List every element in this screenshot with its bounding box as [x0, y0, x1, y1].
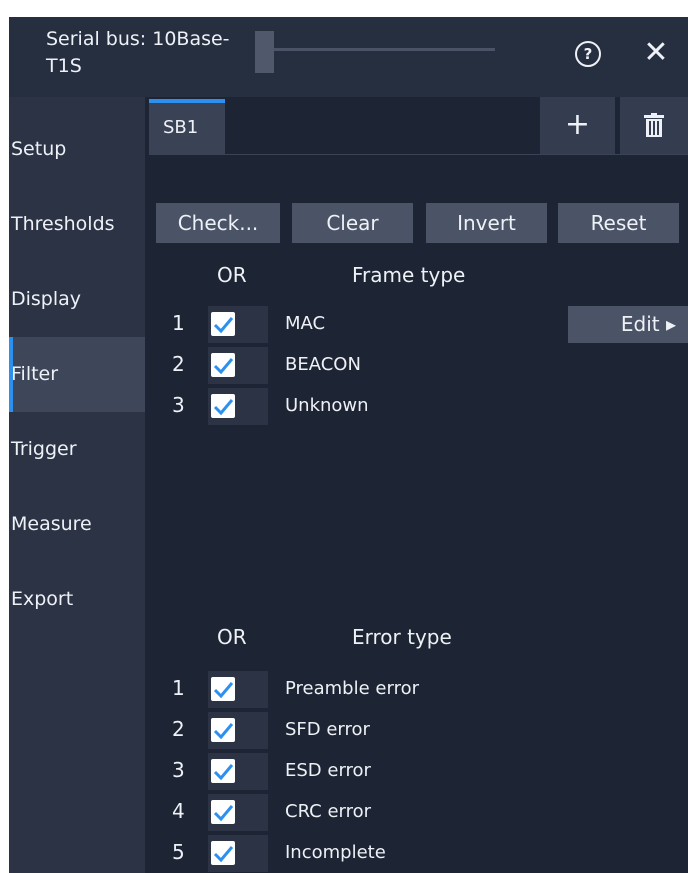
frame-unknown-checkbox[interactable]: [211, 394, 235, 418]
position-slider-handle[interactable]: [255, 31, 274, 73]
dialog-title: Serial bus: 10Base-T1S: [46, 28, 230, 77]
error-checkbox-cell: [208, 835, 268, 872]
checkmark-icon: [213, 764, 234, 781]
dialog-header: Serial bus: 10Base-T1S ? ✕: [9, 17, 688, 97]
add-tab-button[interactable]: +: [540, 97, 615, 154]
sidebar-item-label: Measure: [11, 513, 92, 535]
close-button[interactable]: ✕: [638, 35, 674, 71]
error-checkbox-cell: [208, 712, 268, 749]
frame-type-label: BEACON: [285, 354, 361, 375]
frame-or-header: OR: [217, 263, 247, 287]
sidebar-item-label: Filter: [11, 363, 59, 385]
reset-button[interactable]: Reset: [558, 203, 679, 243]
frame-type-header: Frame type: [352, 263, 466, 287]
row-number: 3: [172, 758, 185, 782]
sidebar-item-trigger[interactable]: Trigger: [9, 412, 145, 487]
error-crc-checkbox[interactable]: [211, 800, 235, 824]
sidebar: Setup Thresholds Display Filter Trigger …: [9, 97, 145, 873]
error-type-label: Preamble error: [285, 678, 419, 699]
error-esd-checkbox[interactable]: [211, 759, 235, 783]
error-type-label: ESD error: [285, 760, 371, 781]
sidebar-item-label: Export: [11, 588, 74, 610]
checkmark-icon: [213, 682, 234, 699]
row-number: 3: [172, 393, 185, 417]
plus-icon: +: [564, 107, 591, 142]
frame-beacon-checkbox[interactable]: [211, 353, 235, 377]
sidebar-item-thresholds[interactable]: Thresholds: [9, 187, 145, 262]
sidebar-item-label: Setup: [11, 138, 67, 160]
sidebar-item-label: Display: [11, 288, 82, 310]
sidebar-item-setup[interactable]: Setup: [9, 112, 145, 187]
frame-type-label: Unknown: [285, 395, 369, 416]
tab-label: SB1: [163, 117, 199, 138]
row-number: 1: [172, 311, 185, 335]
trash-icon: [644, 113, 664, 137]
serial-bus-dialog: Serial bus: 10Base-T1S ? ✕ Setup Thresho…: [9, 17, 688, 873]
help-button[interactable]: ?: [575, 41, 601, 67]
error-checkbox-cell: [208, 753, 268, 790]
sidebar-item-label: Thresholds: [11, 213, 115, 235]
checkmark-icon: [213, 846, 234, 863]
sidebar-item-export[interactable]: Export: [9, 562, 145, 637]
checkmark-icon: [213, 805, 234, 822]
row-number: 2: [172, 352, 185, 376]
error-type-label: Incomplete: [285, 842, 386, 863]
error-or-header: OR: [217, 625, 247, 649]
error-type-label: SFD error: [285, 719, 370, 740]
row-number: 5: [172, 840, 185, 864]
row-number: 4: [172, 799, 185, 823]
checkmark-icon: [213, 358, 234, 375]
error-checkbox-cell: [208, 794, 268, 831]
sidebar-item-filter[interactable]: Filter: [9, 337, 145, 412]
delete-tab-button[interactable]: [620, 97, 688, 154]
frame-type-label: MAC: [285, 313, 326, 334]
checkmark-icon: [213, 399, 234, 416]
position-slider-track[interactable]: [259, 48, 495, 51]
sidebar-item-measure[interactable]: Measure: [9, 487, 145, 562]
close-icon: ✕: [643, 35, 669, 70]
error-sfd-checkbox[interactable]: [211, 718, 235, 742]
edit-button[interactable]: Edit ▸: [568, 306, 688, 343]
question-circle-icon: ?: [583, 45, 593, 63]
clear-button[interactable]: Clear: [292, 203, 413, 243]
tab-sb1[interactable]: SB1: [149, 99, 225, 155]
row-number: 1: [172, 676, 185, 700]
error-checkbox-cell: [208, 671, 268, 708]
frame-checkbox-cell: [208, 388, 268, 425]
error-type-label: CRC error: [285, 801, 372, 822]
check-button[interactable]: Check...: [156, 203, 280, 243]
frame-mac-checkbox[interactable]: [211, 312, 235, 336]
checkmark-icon: [213, 317, 234, 334]
frame-checkbox-cell: [208, 347, 268, 384]
sidebar-item-label: Trigger: [11, 438, 77, 460]
tab-divider: [149, 154, 688, 155]
row-number: 2: [172, 717, 185, 741]
error-incomplete-checkbox[interactable]: [211, 841, 235, 865]
checkmark-icon: [213, 723, 234, 740]
sidebar-item-display[interactable]: Display: [9, 262, 145, 337]
frame-checkbox-cell: [208, 306, 268, 343]
invert-button[interactable]: Invert: [426, 203, 547, 243]
error-preamble-checkbox[interactable]: [211, 677, 235, 701]
error-type-header: Error type: [352, 625, 452, 649]
